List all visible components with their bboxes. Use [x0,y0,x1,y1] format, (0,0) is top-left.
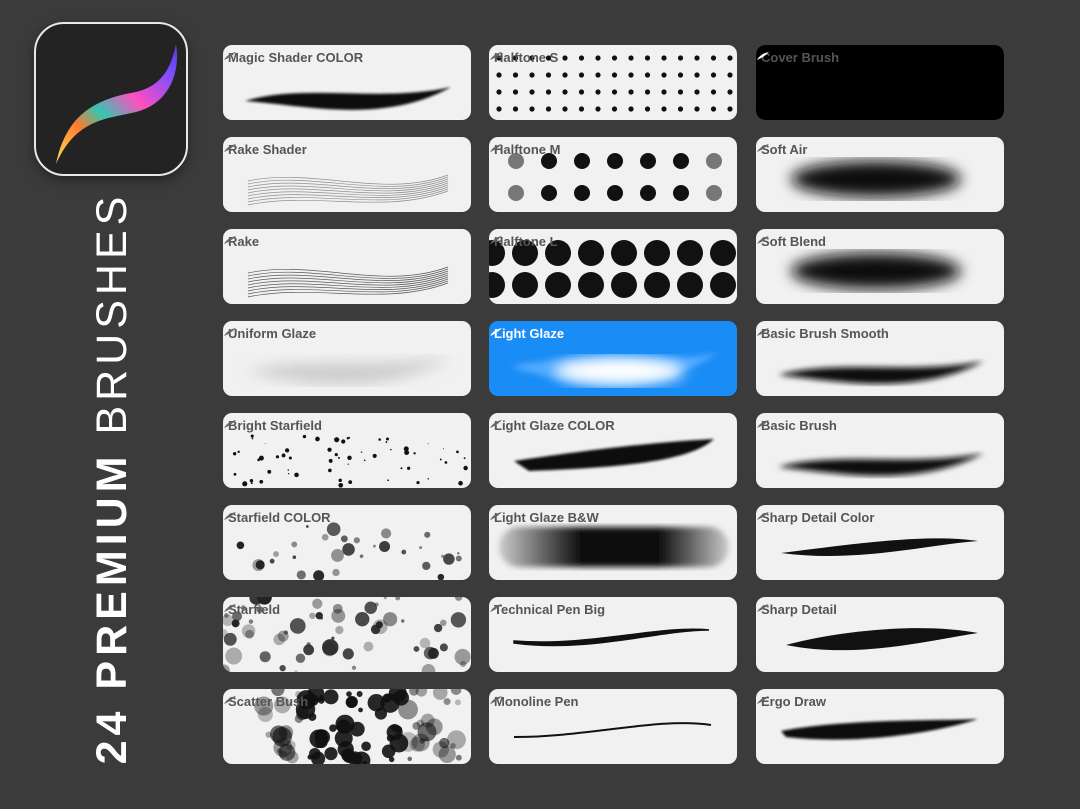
brush-card[interactable]: Cover Brush [756,45,1004,120]
brush-card[interactable]: Light Glaze COLOR [489,413,737,488]
brush-stroke-icon [490,328,502,336]
brush-name: Light Glaze [494,326,565,341]
brush-stroke-icon [490,604,502,612]
brush-card[interactable]: Bright Starfield [223,413,471,488]
brush-name: Light Glaze B&W [494,510,599,525]
brush-stroke-icon [490,236,502,244]
brush-card[interactable]: Soft Air [756,137,1004,212]
brush-name: Scatter Bush [228,694,309,709]
page-title: 24 PREMIUM BRUSHES [87,168,137,788]
brush-card[interactable]: Rake Shader [223,137,471,212]
brush-card[interactable]: Starfield [223,597,471,672]
brush-stroke-icon [224,420,236,428]
brush-stroke-icon [757,604,769,612]
brush-stroke-icon [224,52,236,60]
brush-card[interactable]: Sharp Detail [756,597,1004,672]
brush-name: Starfield COLOR [228,510,331,525]
brush-stroke-icon [757,420,769,428]
brush-stroke-icon [490,420,502,428]
brush-name: Magic Shader COLOR [228,50,364,65]
brush-stroke-icon [224,604,236,612]
brush-card[interactable]: Sharp Detail Color [756,505,1004,580]
brush-card[interactable]: Light Glaze [489,321,737,396]
title-bold: PREMIUM [88,451,136,690]
brush-stroke-icon [757,236,769,244]
brush-stroke-icon [757,144,769,152]
brush-card[interactable]: Halftone S [489,45,737,120]
brush-card[interactable]: Monoline Pen [489,689,737,764]
brush-name: Basic Brush Smooth [761,326,889,341]
brush-card[interactable]: Magic Shader COLOR [223,45,471,120]
brush-card[interactable]: Rake [223,229,471,304]
brush-stroke-icon [224,236,236,244]
brush-card[interactable]: Uniform Glaze [223,321,471,396]
brush-stroke-icon [490,512,502,520]
feather-icon [56,44,178,164]
brush-name: Technical Pen Big [494,602,606,617]
brush-name: Halftone L [494,234,558,249]
brush-name: Light Glaze COLOR [494,418,615,433]
brush-card[interactable]: Light Glaze B&W [489,505,737,580]
brush-stroke-icon [757,512,769,520]
brush-name: Ergo Draw [761,694,827,709]
brush-name: Cover Brush [761,50,840,65]
procreate-logo [34,22,188,176]
brush-card[interactable]: Ergo Draw [756,689,1004,764]
brush-stroke-icon [490,144,502,152]
brush-stroke-icon [757,696,769,704]
brush-card[interactable]: Scatter Bush [223,689,471,764]
brush-stroke-icon [224,328,236,336]
brush-name: Bright Starfield [228,418,322,433]
brush-stroke-icon [224,696,236,704]
brush-name: Sharp Detail [761,602,837,617]
brush-stroke-icon [490,696,502,704]
brush-name: Monoline Pen [494,694,579,709]
brush-stroke-icon [757,328,769,336]
brush-name: Sharp Detail Color [761,510,875,525]
brush-card[interactable]: Starfield COLOR [223,505,471,580]
title-light: BRUSHES [88,191,136,435]
brush-stroke-icon [490,52,502,60]
brush-card[interactable]: Technical Pen Big [489,597,737,672]
brush-card[interactable]: Halftone L [489,229,737,304]
brush-card[interactable]: Soft Blend [756,229,1004,304]
brush-stroke-icon [224,512,236,520]
brush-name: Basic Brush [761,418,837,433]
brush-name: Halftone S [494,50,559,65]
brush-stroke-preview [247,266,449,298]
title-count: 24 [88,706,136,765]
brush-card[interactable]: Basic Brush [756,413,1004,488]
brush-name: Soft Blend [761,234,826,249]
brush-name: Uniform Glaze [228,326,317,341]
brush-card[interactable]: Halftone M [489,137,737,212]
brush-name: Halftone M [494,142,561,157]
brush-card[interactable]: Basic Brush Smooth [756,321,1004,396]
brush-name: Rake Shader [228,142,307,157]
brush-stroke-icon [757,52,769,60]
brush-stroke-icon [224,144,236,152]
